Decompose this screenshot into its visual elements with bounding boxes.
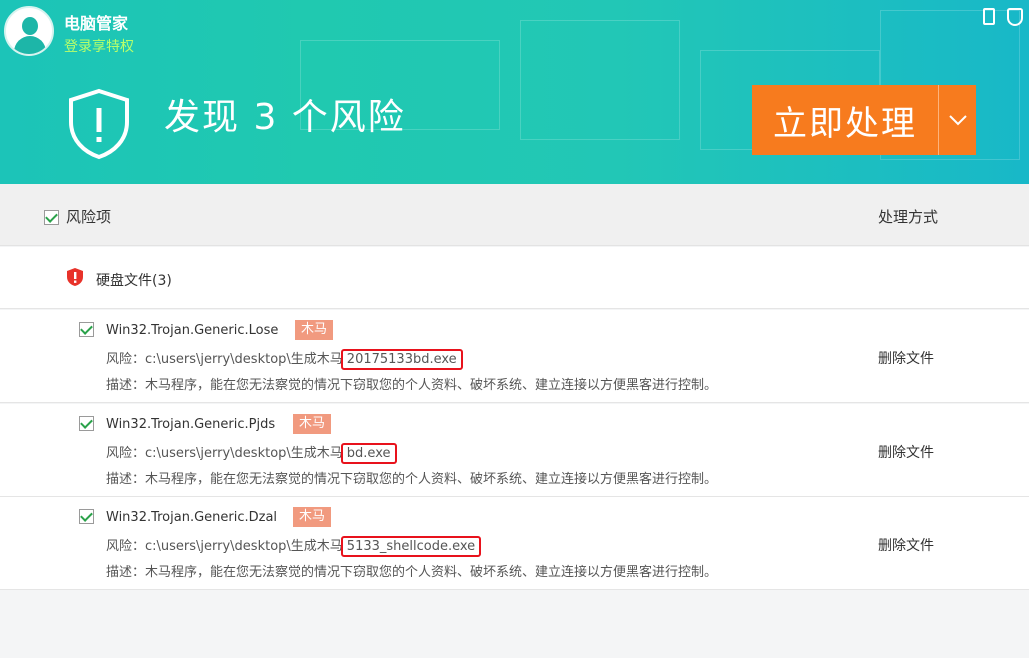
scan-result-headline: 发现 3 个风险: [164, 97, 406, 138]
phone-icon[interactable]: [983, 8, 995, 25]
file-path-prefix: 风险：c:\users\jerry\desktop\生成木马: [106, 539, 343, 554]
red-shield-warning-icon: [67, 268, 83, 286]
file-name-highlight: 20175133bd.exe: [340, 349, 463, 370]
file-path: 风险：c:\users\jerry\desktop\生成木马 20175133bd…: [106, 348, 463, 370]
column-action-label: 处理方式: [878, 208, 939, 226]
risk-item-checkbox[interactable]: [79, 322, 94, 337]
fix-now-button-label: 立即处理: [773, 103, 917, 144]
column-risk-label: 风险项: [66, 208, 112, 226]
trojan-tag: 木马: [295, 320, 334, 340]
file-name-highlight: bd.exe: [340, 443, 397, 464]
risk-item-checkbox[interactable]: [79, 416, 94, 431]
threat-description: 描述：木马程序，能在您无法察觉的情况下窃取您的个人资料、破坏系统、建立连接以方便…: [106, 472, 718, 487]
file-path: 风险：c:\users\jerry\desktop\生成木马 bd.exe: [106, 442, 397, 464]
bottom-empty-area: [0, 590, 1029, 658]
file-path-prefix: 风险：c:\users\jerry\desktop\生成木马: [106, 446, 343, 461]
threat-name: Win32.Trojan.Generic.Pjds: [106, 417, 276, 432]
file-name-highlight: 5133_shellcode.exe: [340, 536, 482, 557]
group-row-disk-files[interactable]: 硬盘文件(3): [0, 247, 1029, 309]
header-banner: 电脑管家 登录享特权 发现 3 个风险 立即处理: [0, 0, 1029, 184]
delete-file-action[interactable]: 删除文件: [878, 535, 934, 555]
delete-file-action[interactable]: 删除文件: [878, 442, 934, 462]
group-label: 硬盘文件(3): [96, 273, 172, 289]
risk-item: Win32.Trojan.Generic.Lose 木马 风险：c:\users…: [0, 310, 1029, 403]
risk-item-checkbox[interactable]: [79, 509, 94, 524]
threat-name: Win32.Trojan.Generic.Lose: [106, 323, 279, 338]
chevron-down-icon[interactable]: [939, 114, 976, 126]
file-path-prefix: 风险：c:\users\jerry\desktop\生成木马: [106, 352, 343, 367]
user-avatar[interactable]: [4, 6, 54, 56]
risk-item: Win32.Trojan.Generic.Pjds 木马 风险：c:\users…: [0, 404, 1029, 497]
fix-now-button[interactable]: 立即处理: [752, 85, 976, 155]
threat-description: 描述：木马程序，能在您无法察觉的情况下窃取您的个人资料、破坏系统、建立连接以方便…: [106, 378, 718, 393]
threat-description: 描述：木马程序，能在您无法察觉的情况下窃取您的个人资料、破坏系统、建立连接以方便…: [106, 565, 718, 580]
file-path: 风险：c:\users\jerry\desktop\生成木马 5133_shell…: [106, 535, 482, 557]
shield-icon[interactable]: [1007, 8, 1023, 26]
trojan-tag: 木马: [293, 507, 332, 527]
risk-item: Win32.Trojan.Generic.Dzal 木马 风险：c:\users…: [0, 497, 1029, 590]
select-all-checkbox[interactable]: [44, 210, 59, 225]
trojan-tag: 木马: [293, 414, 332, 434]
shield-exclamation-icon: [69, 88, 129, 160]
top-right-icons: [983, 8, 1023, 26]
threat-name: Win32.Trojan.Generic.Dzal: [106, 510, 278, 525]
column-header: 风险项 处理方式: [0, 184, 1029, 246]
login-link[interactable]: 登录享特权: [64, 36, 134, 56]
app-title: 电脑管家: [64, 14, 129, 33]
delete-file-action[interactable]: 删除文件: [878, 348, 934, 368]
